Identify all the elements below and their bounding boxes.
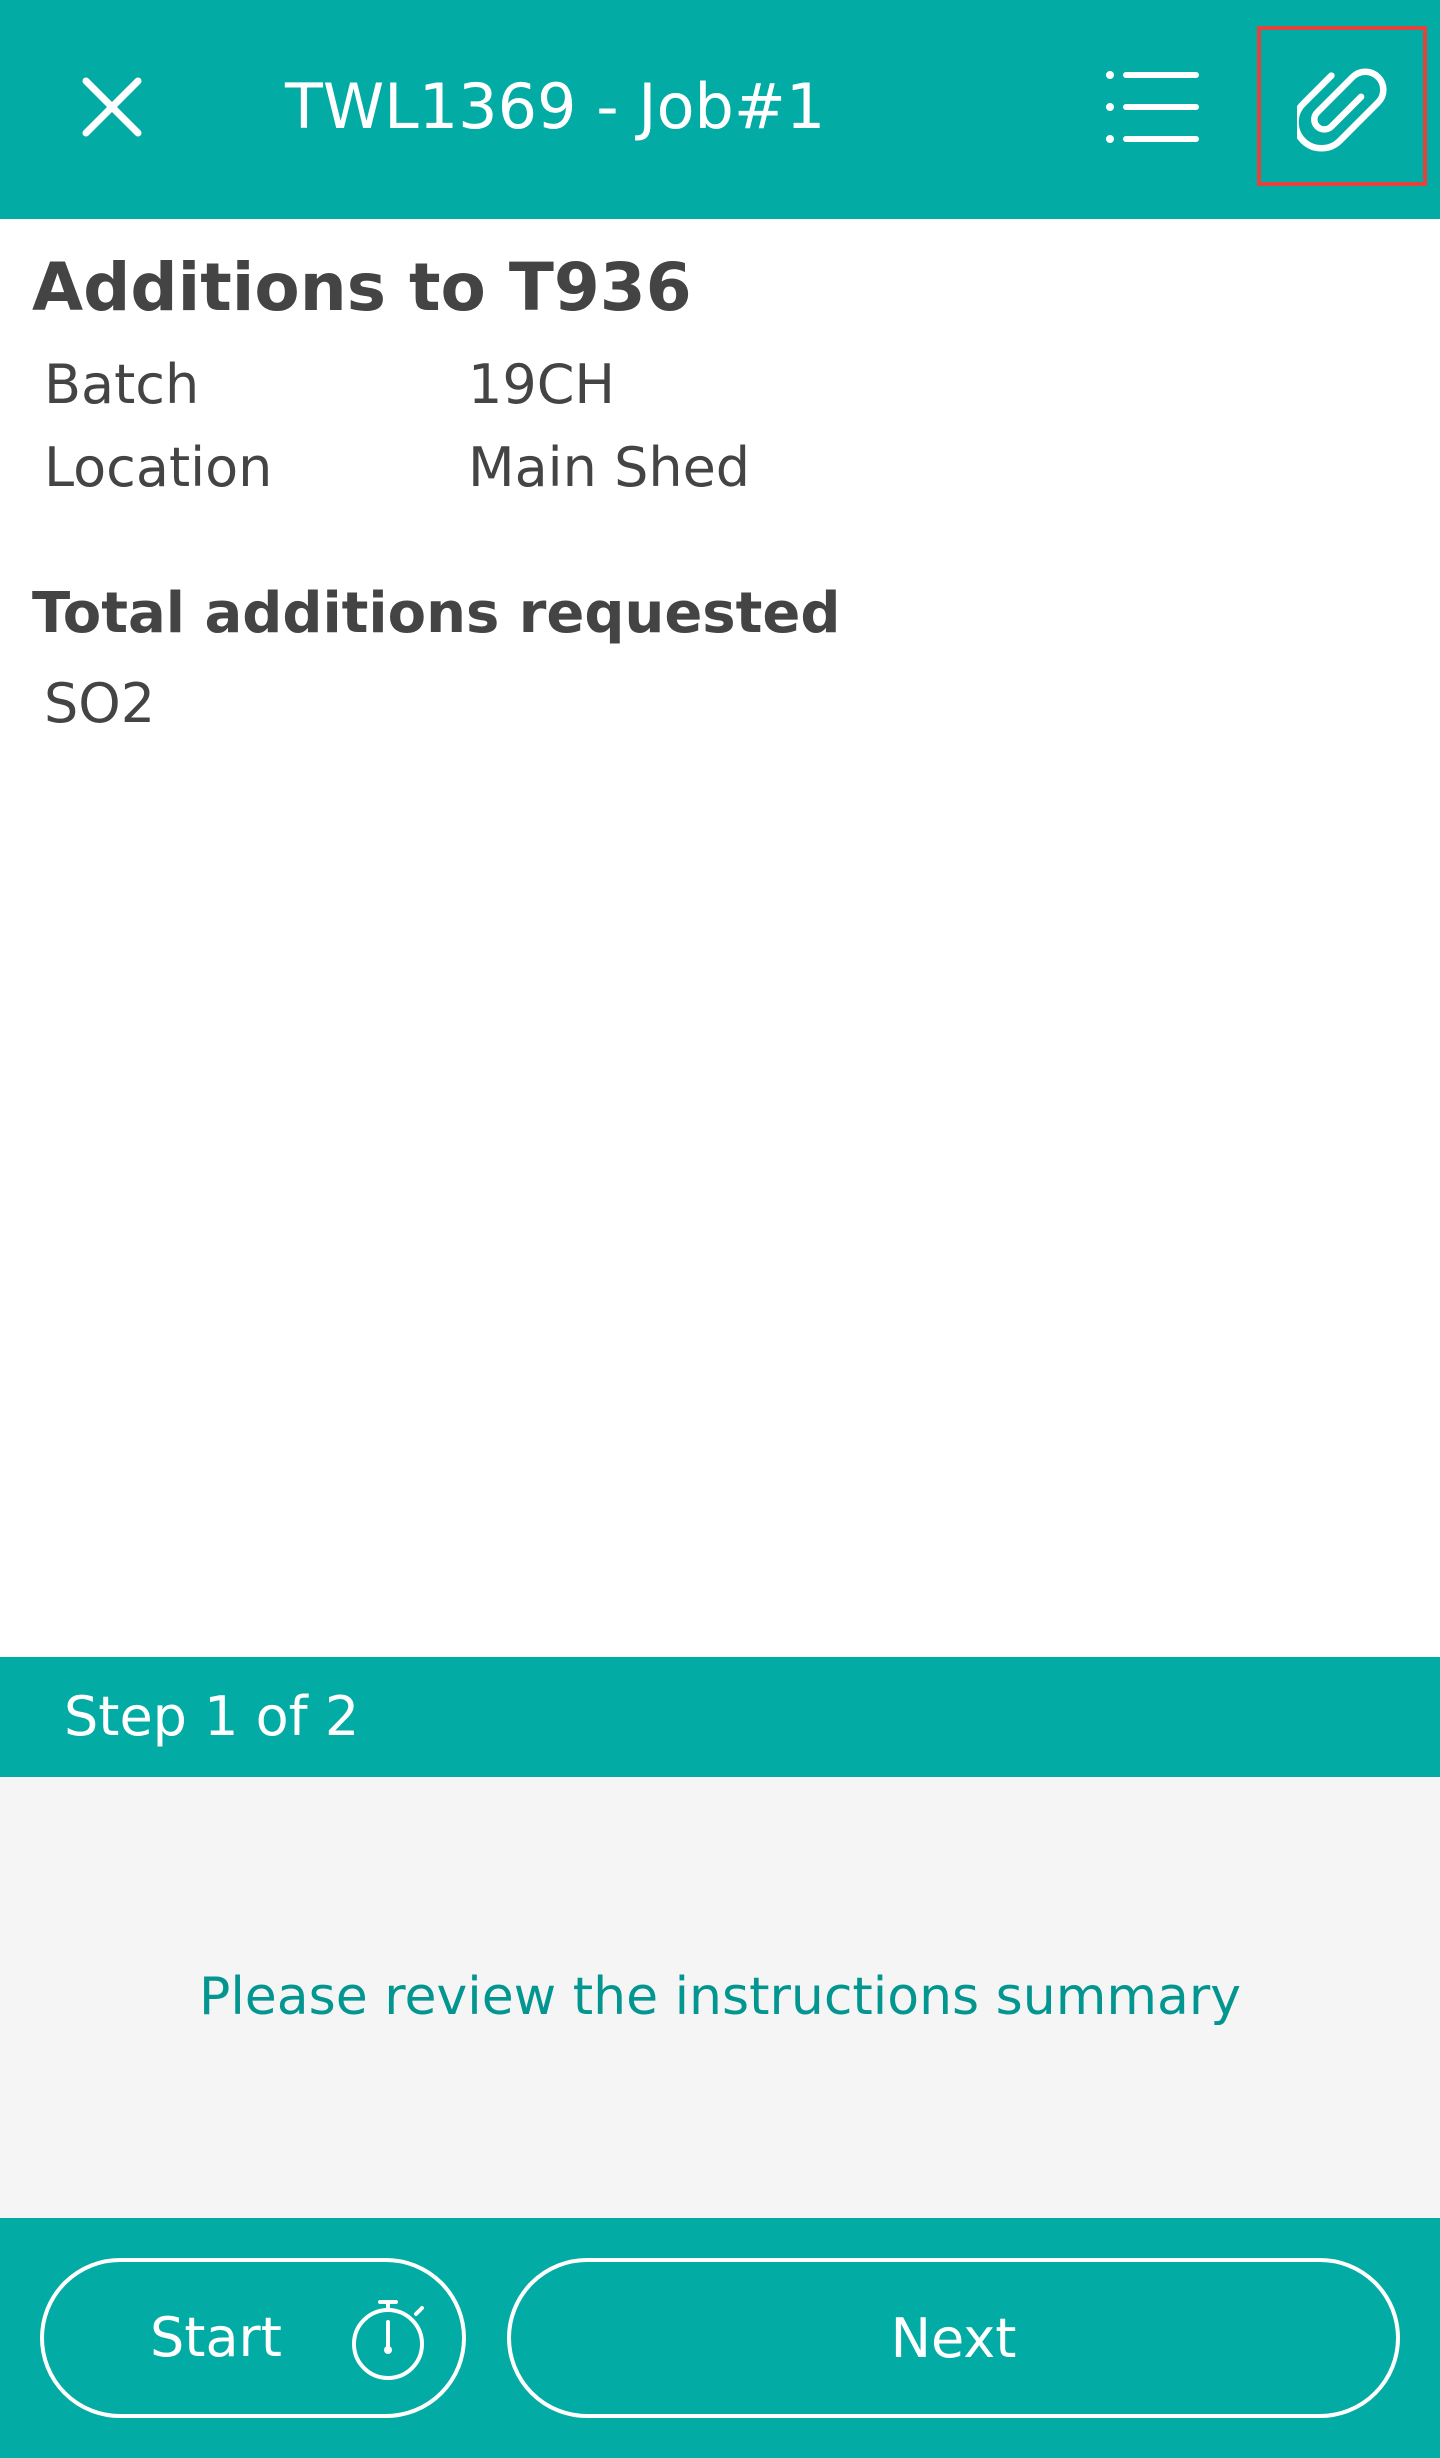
attachments-button[interactable] — [1257, 26, 1427, 186]
start-label: Start — [150, 2306, 282, 2369]
step-text: Step 1 of 2 — [64, 1685, 360, 1748]
addition-item: SO2 — [44, 672, 156, 735]
next-button[interactable]: Next — [507, 2258, 1400, 2418]
app-header: TWL1369 - Job#1 — [0, 0, 1440, 219]
instructions-text: Please review the instructions summary — [198, 1967, 1242, 2027]
additions-heading: Total additions requested — [32, 581, 841, 646]
job-list-button[interactable] — [1096, 52, 1208, 162]
instructions-panel: Please review the instructions summary — [0, 1777, 1440, 2218]
close-icon — [82, 77, 142, 137]
start-button[interactable]: Start — [40, 2258, 466, 2418]
paperclip-icon — [1297, 68, 1387, 152]
job-content: Additions to T936 Batch 19CH Location Ma… — [0, 219, 1440, 1657]
next-label: Next — [890, 2306, 1017, 2370]
step-indicator: Step 1 of 2 — [0, 1657, 1440, 1777]
location-value: Main Shed — [468, 436, 751, 499]
list-icon — [1106, 71, 1199, 143]
job-heading: Additions to T936 — [32, 249, 692, 326]
stopwatch-icon — [352, 2300, 424, 2380]
location-label: Location — [44, 436, 273, 499]
batch-label: Batch — [44, 353, 200, 416]
close-button[interactable] — [62, 52, 162, 162]
batch-value: 19CH — [468, 353, 616, 416]
page-title: TWL1369 - Job#1 — [285, 70, 826, 143]
footer-bar: Start Next — [0, 2218, 1440, 2458]
